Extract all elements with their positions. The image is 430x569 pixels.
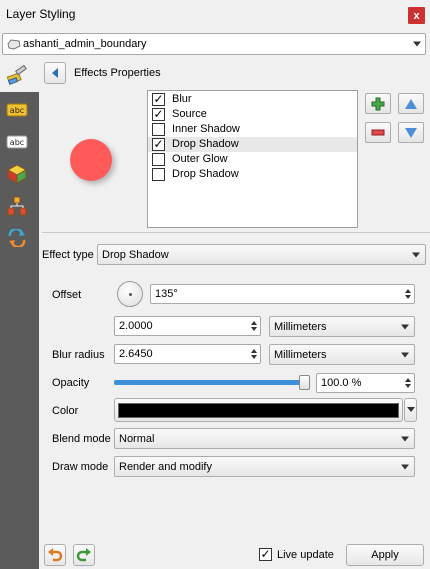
close-button[interactable]: x [408,7,425,24]
opacity-slider-fill [114,380,310,385]
chevron-down-icon [401,324,409,329]
svg-text:abc: abc [10,138,24,147]
blur-radius-label: Blur radius [52,349,105,361]
svg-text:abc: abc [10,106,24,115]
effect-type-label: Effect type [42,249,94,261]
checkbox[interactable]: ✓ [152,138,165,151]
apply-button[interactable]: Apply [346,544,424,566]
undo-icon [48,548,63,562]
move-up-button[interactable] [398,93,424,114]
checkbox[interactable]: ✓ [152,108,165,121]
minus-icon [371,129,385,135]
live-update-checkbox[interactable]: ✓ [259,548,272,561]
spin-up-icon[interactable] [405,378,411,382]
polygon-layer-icon [7,39,21,53]
chevron-down-icon [413,41,421,47]
layer-select-value: ashanti_admin_boundary [23,38,147,50]
back-button[interactable] [44,62,66,84]
opacity-slider-handle[interactable] [299,375,310,390]
list-item[interactable]: Drop Shadow [148,167,357,182]
redo-icon [76,548,91,562]
effects-list[interactable]: ✓ Blur ✓ Source Inner Shadow ✓ Drop Shad… [147,90,358,228]
live-update-label: Live update [277,549,334,561]
diagram-icon[interactable] [5,195,29,217]
effect-type-select[interactable]: Drop Shadow [97,244,426,265]
chevron-down-icon [401,436,409,441]
arrow-down-icon [405,127,417,138]
spin-down-icon[interactable] [405,295,411,299]
paintbrush-icon[interactable] [5,64,29,86]
move-down-button[interactable] [398,122,424,143]
add-effect-button[interactable] [365,93,391,114]
draw-mode-label: Draw mode [52,461,109,473]
effect-preview [70,139,112,181]
list-item[interactable]: ✓ Source [148,107,357,122]
offset-label: Offset [52,289,82,301]
chevron-down-icon [412,252,420,257]
page-title: Effects Properties [74,67,161,79]
opacity-label: Opacity [52,377,90,389]
spin-up-icon[interactable] [251,321,257,325]
chevron-down-icon [401,464,409,469]
color-label: Color [52,405,79,417]
blend-mode-select[interactable]: Normal [114,428,415,449]
draw-mode-select[interactable]: Render and modify [114,456,415,477]
color-button[interactable] [114,398,403,422]
spin-up-icon[interactable] [405,289,411,293]
redo-button[interactable] [73,544,95,566]
spin-down-icon[interactable] [251,355,257,359]
chevron-down-icon [406,407,415,412]
checkbox[interactable] [152,153,165,166]
blur-unit-select[interactable]: Millimeters [269,344,415,365]
spin-down-icon[interactable] [251,327,257,331]
layer-select[interactable]: ashanti_admin_boundary [2,33,426,55]
checkbox[interactable]: ✓ [152,93,165,106]
offset-unit-select[interactable]: Millimeters [269,316,415,337]
list-item[interactable]: Inner Shadow [148,122,357,137]
blend-mode-label: Blend mode [52,433,111,445]
color-swatch [118,402,399,418]
opacity-slider-track[interactable] [114,380,310,385]
label-abc-yellow-icon[interactable]: abc [5,99,29,121]
3d-cube-icon[interactable] [5,163,29,185]
color-menu-button[interactable] [404,398,417,422]
checkbox[interactable] [152,168,165,181]
angle-dial[interactable] [117,281,143,307]
list-item[interactable]: Outer Glow [148,152,357,167]
checkbox[interactable] [152,123,165,136]
back-arrow-icon [52,68,58,78]
label-abc-icon[interactable]: abc [5,131,29,153]
spin-down-icon[interactable] [405,384,411,388]
list-item[interactable]: ✓ Drop Shadow [148,137,357,152]
plus-icon [371,97,385,110]
divider [42,232,430,233]
chevron-down-icon [401,352,409,357]
offset-distance-input[interactable]: 2.0000 [114,316,261,336]
arrow-up-icon [405,98,417,109]
undo-button[interactable] [44,544,66,566]
history-icon[interactable] [5,227,29,249]
offset-angle-input[interactable]: 135° [150,284,415,304]
opacity-input[interactable]: 100.0 % [316,373,415,393]
spin-up-icon[interactable] [251,349,257,353]
list-item[interactable]: ✓ Blur [148,92,357,107]
remove-effect-button[interactable] [365,122,391,143]
window-title: Layer Styling [6,7,76,21]
blur-radius-input[interactable]: 2.6450 [114,344,261,364]
dial-center-dot [129,293,132,296]
